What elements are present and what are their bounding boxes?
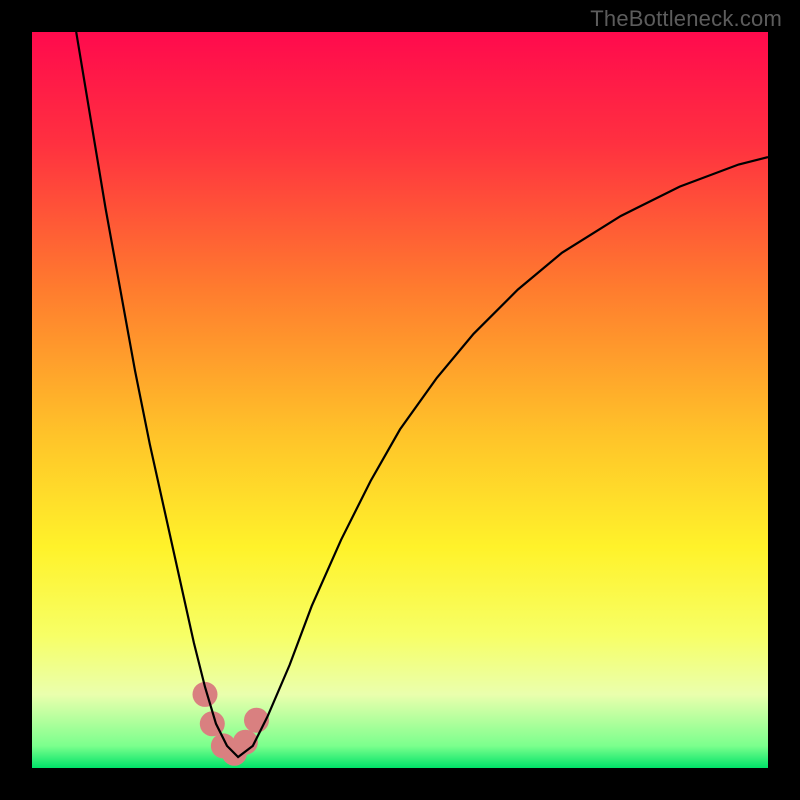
gradient-background [32,32,768,768]
chart-frame: TheBottleneck.com [0,0,800,800]
watermark-text: TheBottleneck.com [590,6,782,32]
plot-area [32,32,768,768]
bottleneck-chart [32,32,768,768]
